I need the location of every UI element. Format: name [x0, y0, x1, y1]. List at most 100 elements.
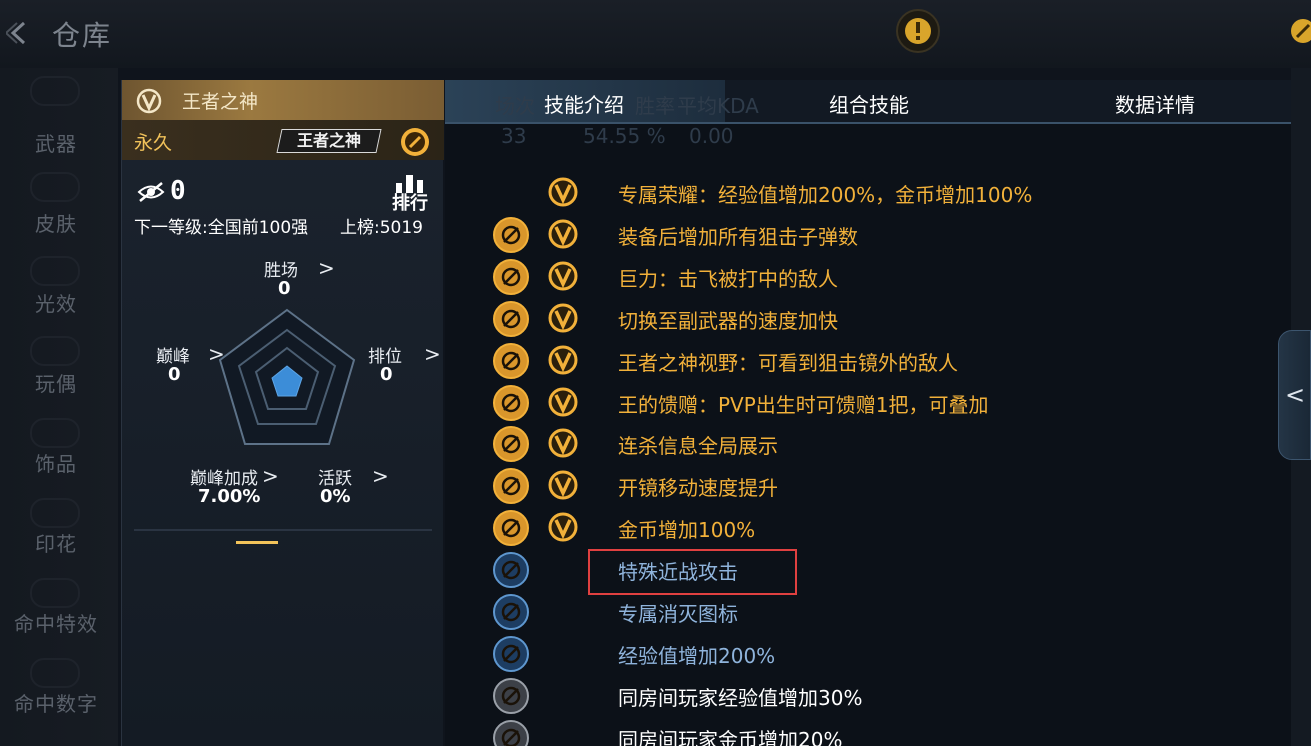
hit-number-ghost-icon — [30, 658, 80, 688]
ghost-header-kda: 平均KDA — [677, 94, 759, 118]
skill-description: 切换至副武器的速度加快 — [618, 308, 838, 333]
ghost-value-winrate: 54.55 % — [583, 124, 666, 148]
exp-icon — [493, 635, 529, 672]
sidebar-item-hit-numbers[interactable]: 命中数字 — [0, 688, 112, 717]
tab-skill-intro[interactable]: 技能介绍 — [544, 89, 624, 118]
gift-icon — [493, 384, 529, 421]
ghost-value-kda: 0.00 — [689, 124, 734, 148]
skill-description: 连杀信息全局展示 — [618, 434, 778, 459]
medal-icon[interactable] — [400, 127, 430, 157]
skill-description: 金币增加100% — [618, 518, 756, 543]
wins-chevron-icon[interactable]: > — [318, 256, 335, 280]
tab-underline — [445, 122, 1291, 124]
v-badge-icon — [548, 303, 578, 333]
sidebar-item-stickers[interactable]: 印花 — [0, 528, 112, 557]
skill-row: 经验值增加200% — [445, 633, 1291, 675]
eye-off-icon — [137, 182, 165, 202]
v-badge-icon — [548, 387, 578, 416]
divider — [134, 529, 432, 531]
killstreak-icon — [493, 426, 529, 463]
v-badge-icon — [548, 261, 578, 291]
v-badge-icon — [136, 88, 162, 114]
skill-panel: 场次 胜率 平均KDA 技能介绍 组合技能 数据详情 33 54.55 % 0.… — [445, 80, 1291, 746]
leaderboard-count: 上榜:5019 — [340, 218, 423, 238]
peak-value: 0 — [168, 364, 181, 385]
side-drawer-handle[interactable]: < — [1278, 330, 1311, 460]
skill-row: 连杀信息全局展示 — [445, 423, 1291, 465]
ranked-value: 0 — [380, 364, 393, 385]
sticker-ghost-icon — [30, 498, 80, 528]
profile-title: 王者之神 — [182, 91, 259, 113]
skill-row: 巨力：击飞被打中的敌人 — [445, 256, 1291, 298]
title-tag: 王者之神 — [276, 129, 382, 153]
sidebar-item-dolls[interactable]: 玩偶 — [0, 368, 112, 397]
sidebar-item-skins[interactable]: 皮肤 — [0, 208, 112, 237]
accessory-ghost-icon — [30, 418, 80, 448]
sidebar-item-effects[interactable]: 光效 — [0, 288, 112, 317]
back-chevron-icon[interactable] — [6, 20, 32, 46]
active-chevron-icon[interactable]: > — [372, 464, 389, 488]
peak-chevron-icon[interactable]: > — [208, 342, 225, 366]
skill-row: 开镜移动速度提升 — [445, 465, 1291, 507]
ranked-chevron-icon[interactable]: > — [424, 342, 441, 366]
active-value: 0% — [320, 486, 351, 507]
ranking-label[interactable]: 排行 — [392, 189, 428, 215]
profile-subheader: 永久 王者之神 — [122, 120, 444, 160]
medal-icon[interactable] — [1290, 18, 1311, 44]
skill-row: 王者之神视野：可看到狙击镜外的敌人 — [445, 340, 1291, 382]
ghost-header-winrate: 胜率 — [635, 94, 675, 118]
skill-row: 王的馈赠：PVP出生时可馈赠1把，可叠加 — [445, 382, 1291, 424]
v-badge-icon — [548, 470, 578, 500]
sidebar-item-hit-effects[interactable]: 命中特效 — [0, 608, 112, 637]
skill-description: 王的馈赠：PVP出生时可馈赠1把，可叠加 — [618, 392, 989, 417]
tab-bar: 场次 胜率 平均KDA 技能介绍 组合技能 数据详情 — [445, 80, 1291, 124]
skill-row: 同房间玩家经验值增加30% — [445, 675, 1291, 717]
wins-value: 0 — [278, 278, 291, 299]
skill-description: 专属消灭图标 — [618, 602, 738, 626]
skill-description: 经验值增加200% — [618, 643, 776, 668]
peak-bonus-value: 7.00% — [198, 486, 261, 507]
sidebar-item-accessories[interactable]: 饰品 — [0, 448, 112, 477]
tab-data-details[interactable]: 数据详情 — [1115, 89, 1195, 118]
kill-mark-icon — [493, 594, 529, 630]
scope-icon — [493, 468, 529, 505]
weapon-ghost-icon — [30, 76, 80, 106]
exclamation-icon[interactable] — [895, 8, 941, 54]
sidebar-item-weapons[interactable]: 武器 — [0, 128, 112, 157]
tab-combo-skills[interactable]: 组合技能 — [829, 89, 909, 118]
skill-row: 专属荣耀：经验值增加200%，金币增加100% — [445, 172, 1291, 214]
title-tag-text: 王者之神 — [296, 131, 361, 150]
skill-description: 专属荣耀：经验值增加200%，金币增加100% — [618, 183, 1033, 207]
highlight-annotation — [588, 549, 797, 595]
radar-chart — [218, 308, 356, 445]
top-bar: 仓库 — [0, 0, 1311, 68]
melee-icon — [493, 552, 529, 589]
profile-panel: 王者之神 永久 王者之神 0 排行 下一等级:全国前100强 上榜:5019 胜… — [121, 80, 444, 746]
room-exp-icon — [493, 677, 529, 714]
v-badge-icon — [548, 177, 578, 207]
skill-description: 装备后增加所有狙击子弹数 — [618, 224, 858, 249]
sniper-bullet-icon — [493, 216, 529, 253]
category-sidebar: 武器 皮肤 光效 玩偶 饰品 印花 命中特效 命中数字 — [0, 68, 118, 746]
skill-description: 王者之神视野：可看到狙击镜外的敌人 — [618, 350, 958, 375]
skill-row: 专属消灭图标 — [445, 591, 1291, 633]
duration-label: 永久 — [134, 132, 173, 154]
room-coin-icon — [493, 719, 529, 746]
ghost-header-matches: 场次 — [495, 94, 535, 118]
v-badge-icon — [548, 512, 578, 542]
eye-icon — [493, 342, 529, 379]
next-level-text: 下一等级:全国前100强 — [134, 218, 309, 238]
peak-bonus-chevron-icon[interactable]: > — [262, 464, 279, 488]
skill-row: 装备后增加所有狙击子弹数 — [445, 214, 1291, 256]
page-indicator — [236, 541, 278, 544]
skill-row: 金币增加100% — [445, 507, 1291, 549]
skill-row: 切换至副武器的速度加快 — [445, 298, 1291, 340]
rifle-ghost-icon — [30, 172, 80, 202]
hit-effect-ghost-icon — [30, 578, 80, 608]
skill-description: 开镜移动速度提升 — [618, 476, 778, 501]
kill-count: 0 — [170, 176, 186, 206]
skill-description: 同房间玩家金币增加20% — [618, 727, 843, 746]
skill-description: 同房间玩家经验值增加30% — [618, 685, 863, 710]
skill-row: 同房间玩家金币增加20% — [445, 717, 1291, 746]
skill-row: 特殊近战攻击 — [445, 549, 1291, 591]
